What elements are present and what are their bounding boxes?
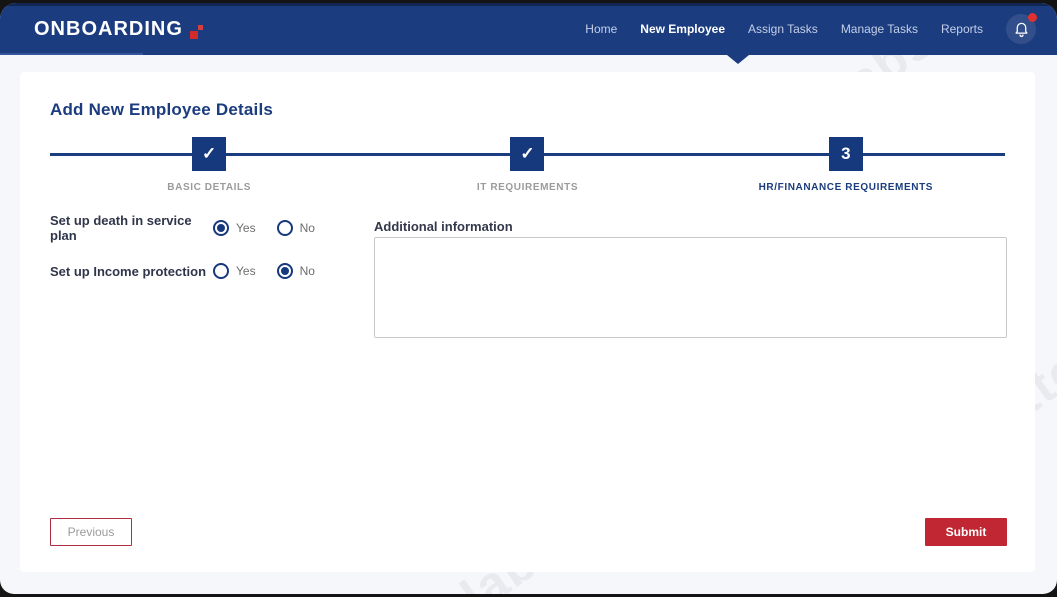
question-income-protection: Set up Income protection Yes No (50, 262, 336, 280)
nav-item-new-employee[interactable]: New Employee (640, 22, 725, 36)
radio-option-no[interactable]: No (277, 220, 315, 236)
logo-mark-icon (190, 21, 208, 41)
step-label: BASIC DETAILS (167, 182, 251, 193)
radio-icon[interactable] (213, 263, 229, 279)
radio-option-yes[interactable]: Yes (213, 220, 256, 236)
radio-icon[interactable] (277, 263, 293, 279)
question-label: Set up Income protection (50, 264, 213, 279)
app-window: ©oncettolabs ©oncettolabs ©oncettolabs ©… (0, 3, 1057, 594)
page-title: Add New Employee Details (50, 100, 273, 120)
step-label: IT REQUIREMENTS (477, 182, 578, 193)
nav-item-reports[interactable]: Reports (941, 22, 983, 36)
notification-unread-dot (1028, 13, 1037, 22)
nav-item-home[interactable]: Home (585, 22, 617, 36)
step-number-badge: 3 (829, 137, 863, 171)
radio-label: Yes (236, 221, 256, 235)
bell-icon (1013, 20, 1030, 38)
question-death-in-service: Set up death in service plan Yes No (50, 219, 336, 237)
step-it-requirements[interactable]: ✓ IT REQUIREMENTS (368, 137, 686, 193)
radio-label: No (300, 264, 315, 278)
notifications-button[interactable] (1006, 14, 1036, 44)
content-card: Add New Employee Details ✓ BASIC DETAILS… (20, 72, 1035, 572)
step-check-icon: ✓ (510, 137, 544, 171)
logo-underline (0, 53, 143, 55)
logo-red-dot-icon (198, 25, 203, 30)
previous-button[interactable]: Previous (50, 518, 132, 546)
radio-option-yes[interactable]: Yes (213, 263, 256, 279)
main-nav: Home New Employee Assign Tasks Manage Ta… (585, 3, 1036, 55)
radio-icon[interactable] (213, 220, 229, 236)
logo-red-square-icon (190, 31, 198, 39)
app-logo: ONBOARDING (34, 18, 208, 41)
active-nav-caret-icon (727, 55, 749, 64)
radio-icon[interactable] (277, 220, 293, 236)
step-label: HR/FINANANCE REQUIREMENTS (759, 182, 933, 193)
step-basic-details[interactable]: ✓ BASIC DETAILS (50, 137, 368, 193)
progress-stepper: ✓ BASIC DETAILS ✓ IT REQUIREMENTS 3 HR/F… (50, 137, 1005, 195)
submit-button[interactable]: Submit (925, 518, 1007, 546)
nav-item-assign-tasks[interactable]: Assign Tasks (748, 22, 818, 36)
app-logo-text: ONBOARDING (34, 18, 183, 41)
step-check-icon: ✓ (192, 137, 226, 171)
additional-information-textarea[interactable] (374, 237, 1007, 338)
radio-option-no[interactable]: No (277, 263, 315, 279)
radio-label: Yes (236, 264, 256, 278)
step-hr-finance-requirements[interactable]: 3 HR/FINANANCE REQUIREMENTS (687, 137, 1005, 193)
radio-label: No (300, 221, 315, 235)
top-navbar: ONBOARDING Home New Employee Assign Task… (0, 3, 1057, 55)
additional-information-label: Additional information (374, 219, 513, 234)
question-label: Set up death in service plan (50, 213, 213, 243)
nav-item-manage-tasks[interactable]: Manage Tasks (841, 22, 918, 36)
